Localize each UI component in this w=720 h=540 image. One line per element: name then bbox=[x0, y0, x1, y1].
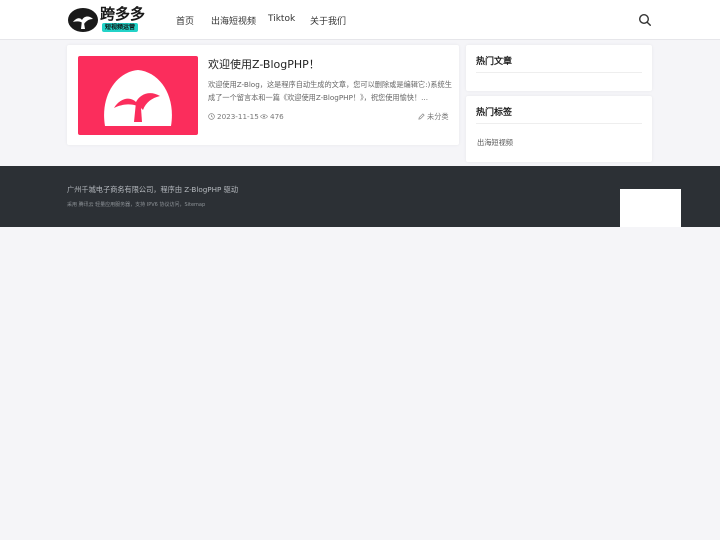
footer-qr-code bbox=[620, 189, 681, 227]
logo-tagline: 短视频运营 bbox=[102, 23, 139, 32]
footer-copyright: 广州千城电子商务有限公司，程序由 Z-BlogPHP 驱动 bbox=[67, 185, 239, 194]
widget-hot-articles: 热门文章 bbox=[466, 45, 652, 91]
logo-brand-text: 跨多多 bbox=[100, 5, 146, 23]
post-title[interactable]: 欢迎使用Z-BlogPHP！ bbox=[208, 56, 320, 72]
edit-icon bbox=[418, 113, 425, 120]
widget-hot-tags: 热门标签 出海短视频 bbox=[466, 96, 652, 162]
widget-hot-articles-title: 热门文章 bbox=[476, 57, 513, 67]
eye-icon bbox=[260, 114, 268, 119]
post-category[interactable]: 未分类 bbox=[418, 112, 449, 122]
post-date: 2023-11-15 bbox=[208, 112, 259, 121]
tag-link[interactable]: 出海短视频 bbox=[477, 138, 513, 148]
post-views: 476 bbox=[260, 112, 284, 121]
post-thumbnail[interactable] bbox=[78, 56, 198, 135]
thumbnail-logo-icon bbox=[104, 70, 172, 126]
nav-item-tiktok[interactable]: Tiktok bbox=[268, 14, 295, 24]
widget-hot-tags-title: 热门标签 bbox=[476, 108, 513, 118]
nav-item-overseas-video[interactable]: 出海短视频 bbox=[211, 14, 256, 27]
site-logo[interactable]: 跨多多 短视频运营 bbox=[67, 6, 149, 34]
search-icon[interactable] bbox=[638, 13, 652, 27]
post-category-label: 未分类 bbox=[427, 112, 449, 121]
nav-item-about-us[interactable]: 关于我们 bbox=[310, 14, 346, 27]
post-excerpt: 欢迎使用Z-Blog，这是程序自动生成的文章，您可以删除或是编辑它:)系统生成了… bbox=[208, 80, 452, 102]
site-footer: 广州千城电子商务有限公司，程序由 Z-BlogPHP 驱动 采用 腾讯云 轻量应… bbox=[0, 166, 720, 227]
widget-divider bbox=[476, 123, 642, 124]
site-header: 跨多多 短视频运营 首页 出海短视频 Tiktok 关于我们 bbox=[0, 0, 720, 40]
post-card: 欢迎使用Z-BlogPHP！ 欢迎使用Z-Blog，这是程序自动生成的文章，您可… bbox=[67, 45, 459, 145]
post-views-count: 476 bbox=[270, 112, 284, 121]
widget-divider bbox=[476, 72, 642, 73]
clock-icon bbox=[208, 113, 215, 120]
footer-hosting-info: 采用 腾讯云 轻量应用服务器，支持 IPV6 协议访问，Sitemap bbox=[67, 202, 206, 208]
nav-item-home[interactable]: 首页 bbox=[176, 14, 194, 27]
logo-mark-icon bbox=[68, 8, 98, 32]
post-date-text: 2023-11-15 bbox=[217, 112, 259, 121]
